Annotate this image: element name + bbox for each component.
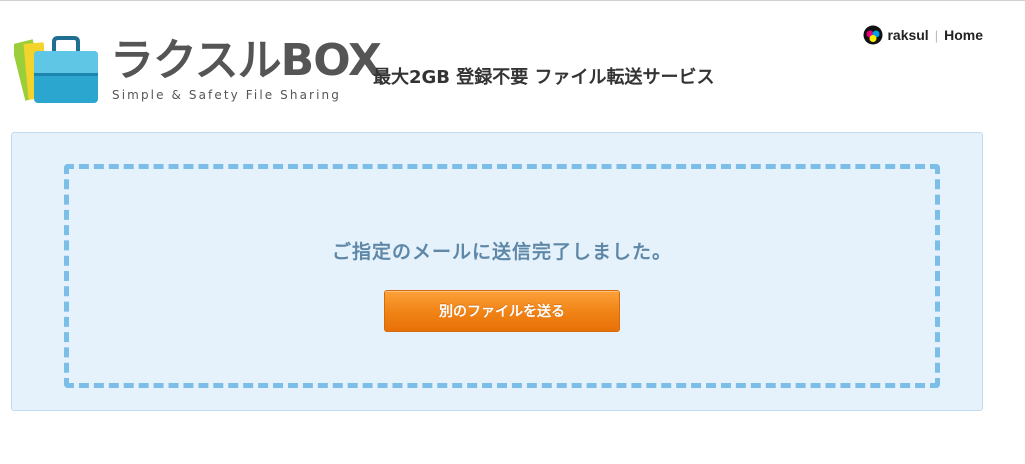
nav-separator: | [934,27,939,43]
drop-zone: ご指定のメールに送信完了しました。 別のファイルを送る [64,164,940,388]
raksul-logo-icon [863,25,883,45]
site-logo[interactable]: ラクスルBOX Simple & Safety File Sharing [14,31,382,111]
briefcase-with-files-icon [14,36,98,103]
top-nav: raksul | Home [863,25,983,45]
main-panel: ご指定のメールに送信完了しました。 別のファイルを送る [11,132,983,411]
send-another-file-button[interactable]: 別のファイルを送る [384,290,620,332]
home-link[interactable]: Home [944,27,983,43]
completion-message: ご指定のメールに送信完了しました。 [331,241,672,263]
service-description: 最大2GB 登録不要 ファイル転送サービス [373,67,715,88]
raksul-link[interactable]: raksul [887,27,928,43]
logo-name: ラクスルBOX [110,35,382,86]
logo-tagline: Simple & Safety File Sharing [112,88,341,102]
